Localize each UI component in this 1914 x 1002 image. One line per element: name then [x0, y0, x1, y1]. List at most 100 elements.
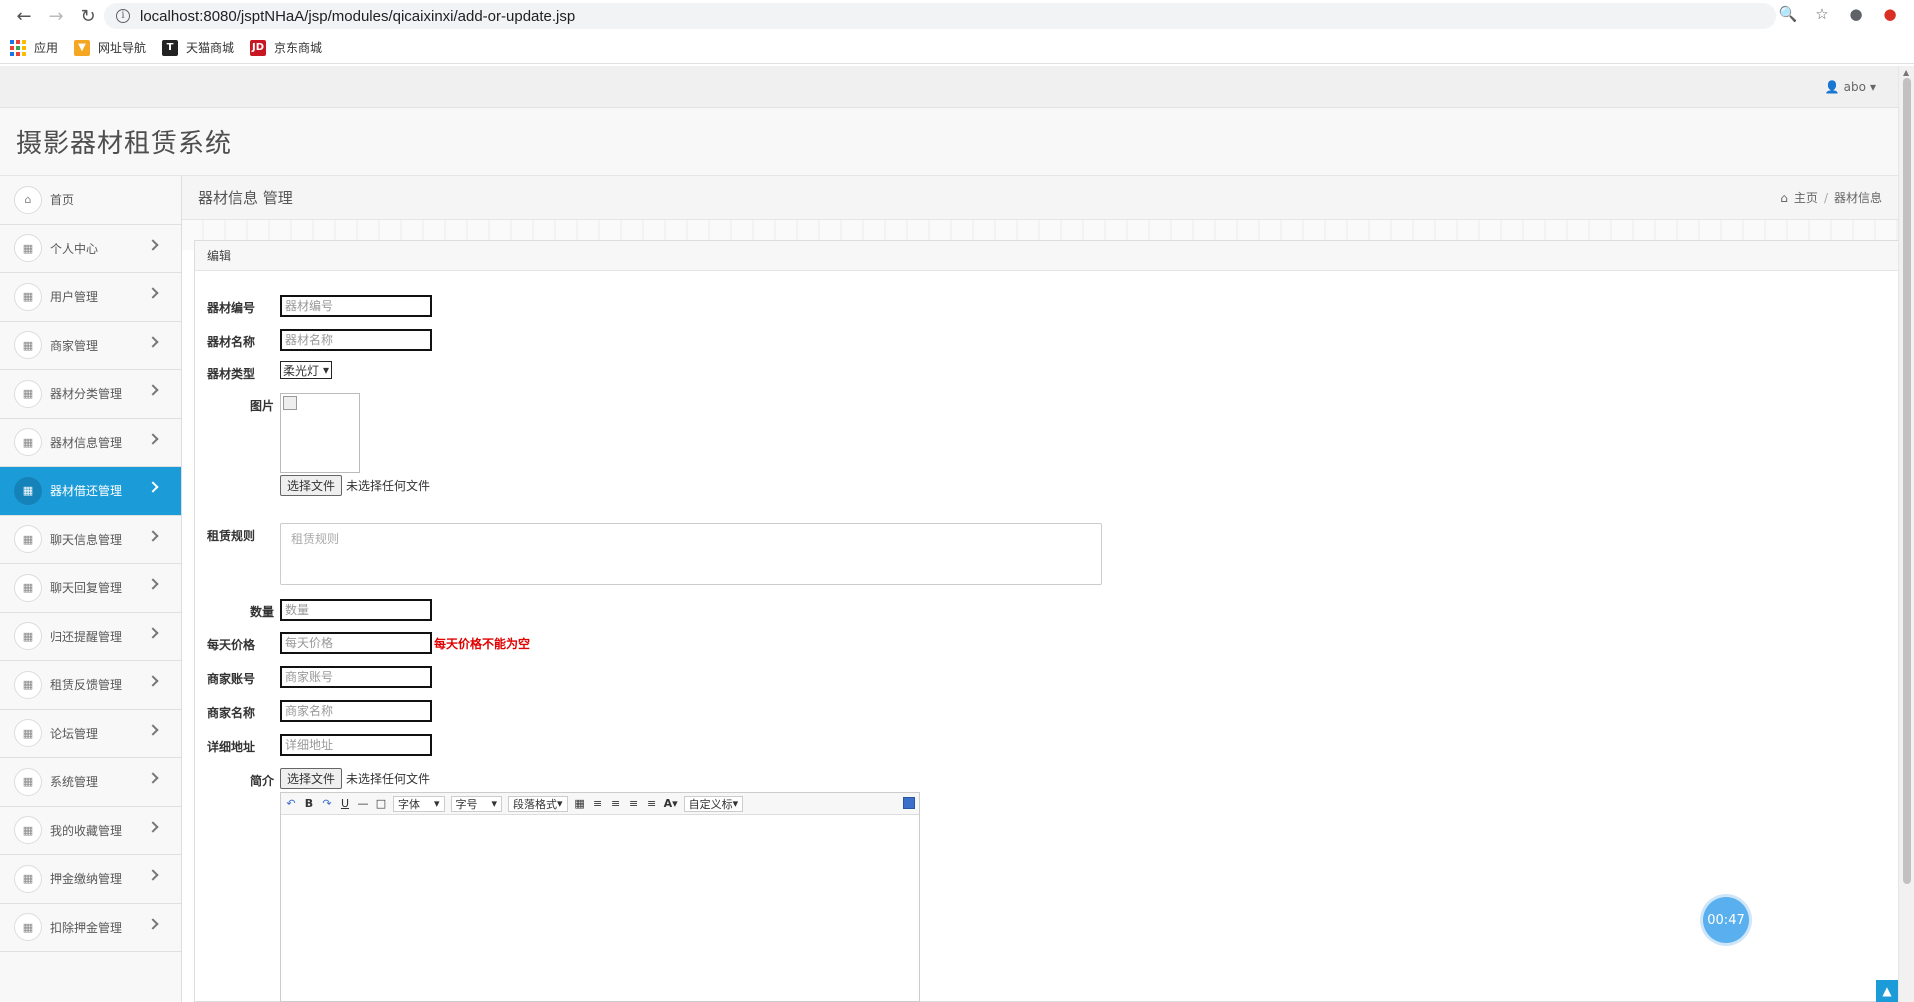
- merchant-account-input[interactable]: [280, 666, 432, 688]
- redo-icon[interactable]: ↷: [321, 797, 333, 810]
- sidebar-item-return-reminders[interactable]: ▦ 归还提醒管理: [0, 612, 181, 661]
- table-icon: ▦: [14, 234, 42, 263]
- sidebar-item-system[interactable]: ▦ 系统管理: [0, 758, 181, 807]
- image-file-status: 未选择任何文件: [346, 479, 431, 493]
- sidebar-item-favorites[interactable]: ▦ 我的收藏管理: [0, 806, 181, 855]
- sidebar-item-chat-messages[interactable]: ▦ 聊天信息管理: [0, 515, 181, 564]
- brand-header: 摄影器材租赁系统: [0, 108, 1898, 176]
- bookmark-jd[interactable]: JD 京东商城: [250, 39, 322, 56]
- edit-panel: 编辑 器材编号 器材名称 器材类型 柔光灯 ▾: [194, 240, 1898, 1002]
- name-input[interactable]: [280, 329, 432, 351]
- code-input[interactable]: [280, 295, 432, 317]
- address-bar[interactable]: i localhost:8080/jsptNHaA/jsp/modules/qi…: [104, 3, 1776, 29]
- chevron-right-icon: [147, 772, 159, 784]
- intro-file-button[interactable]: 选择文件: [280, 768, 343, 789]
- back-to-top-button[interactable]: ▲: [1876, 980, 1898, 1002]
- sidebar: ⌂ 首页 ▦ 个人中心 ▦ 用户管理 ▦ 商家管理 ▦ 器材分类管理 ▦ 器材信…: [0, 176, 182, 1002]
- align-left-icon[interactable]: ≡: [592, 797, 604, 810]
- sidebar-item-equipment-info[interactable]: ▦ 器材信息管理: [0, 418, 181, 467]
- sidebar-item-chat-replies[interactable]: ▦ 聊天回复管理: [0, 564, 181, 613]
- home-icon: ⌂: [14, 185, 42, 214]
- fullscreen-icon[interactable]: [903, 797, 915, 809]
- chevron-right-icon: [147, 481, 159, 493]
- sidebar-item-forum[interactable]: ▦ 论坛管理: [0, 709, 181, 758]
- type-label: 器材类型: [207, 367, 256, 381]
- image-file-button[interactable]: 选择文件: [280, 475, 343, 496]
- sidebar-item-categories[interactable]: ▦ 器材分类管理: [0, 370, 181, 419]
- sidebar-item-label: 商家管理: [50, 338, 99, 353]
- paste-icon[interactable]: □: [375, 797, 387, 810]
- sidebar-item-feedback[interactable]: ▦ 租赁反馈管理: [0, 661, 181, 710]
- font-select[interactable]: 字体 ▾: [393, 795, 445, 812]
- scroll-up-icon[interactable]: ▲: [1903, 68, 1909, 77]
- table-icon[interactable]: ▦: [574, 797, 586, 810]
- sidebar-item-profile[interactable]: ▦ 个人中心: [0, 224, 181, 273]
- user-menu[interactable]: 👤 abo ▾: [1825, 80, 1876, 94]
- chevron-right-icon: [147, 917, 159, 930]
- page-scrollbar[interactable]: ▲: [1898, 66, 1914, 1002]
- profile-icon[interactable]: ●: [1846, 4, 1866, 24]
- zoom-icon[interactable]: 🔍: [1778, 4, 1798, 24]
- sidebar-item-home[interactable]: ⌂ 首页: [0, 176, 181, 225]
- underline-icon[interactable]: U: [339, 797, 351, 810]
- custom-style-label: 自定义标: [688, 797, 733, 811]
- table-icon: ▦: [14, 816, 42, 845]
- bookmark-apps[interactable]: 应用: [10, 39, 58, 56]
- bold-icon[interactable]: B: [303, 797, 315, 810]
- paragraph-select[interactable]: 段落格式 ▾: [508, 795, 568, 812]
- update-icon[interactable]: ●: [1880, 4, 1900, 24]
- table-icon: ▦: [14, 379, 42, 408]
- bookmarks-bar: 应用 ▼ 网址导航 T 天猫商城 JD 京东商城: [0, 32, 1914, 64]
- back-arrow-icon[interactable]: ←: [10, 2, 38, 30]
- chevron-right-icon: [147, 578, 159, 590]
- undo-icon[interactable]: ↶: [285, 797, 297, 810]
- rules-textarea[interactable]: 租赁规则: [280, 523, 1102, 585]
- sidebar-item-deposit-deduction[interactable]: ▦ 扣除押金管理: [0, 903, 181, 952]
- size-select[interactable]: 字号 ▾: [450, 795, 503, 812]
- horizontal-rule-icon[interactable]: —: [357, 797, 369, 810]
- sidebar-item-borrow-return[interactable]: ▦ 器材借还管理: [0, 467, 181, 516]
- sidebar-item-deposit-payment[interactable]: ▦ 押金缴纳管理: [0, 855, 181, 904]
- reload-icon[interactable]: ↻: [74, 2, 102, 30]
- custom-style-select[interactable]: 自定义标 ▾: [683, 795, 744, 812]
- type-select[interactable]: 柔光灯 ▾: [280, 361, 333, 379]
- page-header: 器材信息 管理 ⌂ 主页 / 器材信息: [182, 176, 1898, 220]
- intro-file-status: 未选择任何文件: [346, 772, 431, 786]
- chevron-right-icon: [147, 432, 159, 445]
- chevron-right-icon: [147, 723, 159, 736]
- table-icon: ▦: [14, 476, 42, 505]
- table-icon: ▦: [14, 864, 42, 893]
- bookmark-tmall[interactable]: T 天猫商城: [162, 39, 234, 56]
- address-input[interactable]: [280, 734, 432, 756]
- sidebar-item-users[interactable]: ▦ 用户管理: [0, 273, 181, 322]
- bookmark-nav[interactable]: ▼ 网址导航: [74, 39, 146, 56]
- align-right-icon[interactable]: ≡: [628, 797, 640, 810]
- main-content: 器材信息 管理 ⌂ 主页 / 器材信息 编辑 器材编号 器材名称: [182, 176, 1898, 1002]
- breadcrumb-home[interactable]: 主页: [1794, 189, 1818, 206]
- align-justify-icon[interactable]: ≡: [646, 797, 658, 810]
- price-label: 每天价格: [207, 638, 256, 652]
- home-icon: ⌂: [1780, 190, 1788, 205]
- info-icon[interactable]: i: [116, 9, 130, 23]
- browser-toolbar: ← → ↻ i localhost:8080/jsptNHaA/jsp/modu…: [0, 0, 1914, 32]
- sidebar-item-label: 聊天信息管理: [50, 532, 123, 547]
- merchant-name-input[interactable]: [280, 700, 432, 722]
- quantity-input[interactable]: [280, 599, 432, 621]
- forward-arrow-icon[interactable]: →: [42, 2, 70, 30]
- price-input[interactable]: [280, 632, 432, 654]
- image-preview: [280, 393, 360, 473]
- align-center-icon[interactable]: ≡: [610, 797, 622, 810]
- size-select-label: 字号: [455, 797, 478, 811]
- merchant-name-label: 商家名称: [207, 706, 256, 720]
- url-text[interactable]: localhost:8080/jsptNHaA/jsp/modules/qica…: [140, 8, 575, 25]
- breadcrumb-separator: /: [1823, 190, 1828, 205]
- sidebar-item-merchants[interactable]: ▦ 商家管理: [0, 321, 181, 370]
- code-label: 器材编号: [207, 301, 256, 315]
- font-color-icon[interactable]: A▾: [664, 797, 678, 810]
- chevron-right-icon: [147, 384, 159, 396]
- sidebar-item-label: 我的收藏管理: [50, 823, 123, 838]
- table-icon: ▦: [14, 428, 42, 457]
- rich-text-editor[interactable]: ↶ B ↷ U — □ 字体 ▾ 字号 ▾ 段落格式 ▾ ▦ ≡ ≡ ≡ ≡ A…: [280, 792, 920, 1002]
- scroll-thumb[interactable]: [1903, 78, 1911, 884]
- bookmark-star-icon[interactable]: ☆: [1812, 4, 1832, 24]
